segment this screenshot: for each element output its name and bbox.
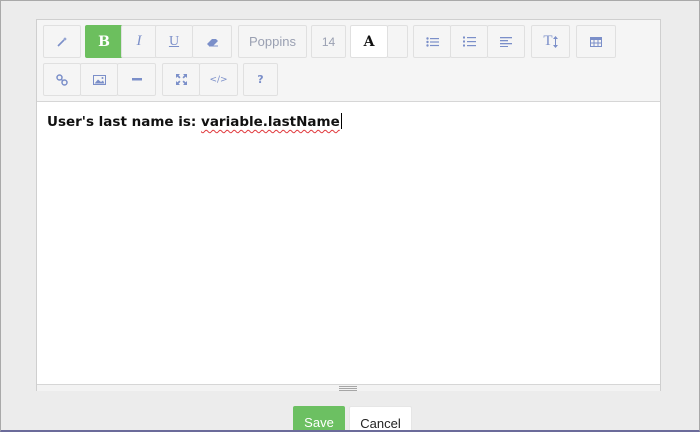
eraser-icon <box>206 37 219 47</box>
magic-button[interactable] <box>43 25 81 58</box>
underline-button[interactable]: U <box>155 25 193 58</box>
link-button[interactable] <box>43 63 81 96</box>
font-family-value: Poppins <box>249 34 296 49</box>
font-size-value: 14 <box>321 34 336 49</box>
table-button[interactable] <box>576 25 616 58</box>
editor-content-area[interactable]: User's last name is: variable.lastName <box>37 103 660 384</box>
text-caret <box>340 113 342 129</box>
fullscreen-icon <box>175 74 187 85</box>
font-color-button[interactable]: A <box>350 25 388 58</box>
editor-paragraph: User's last name is: variable.lastName <box>47 113 650 130</box>
underline-label: U <box>168 33 180 49</box>
help-label: ? <box>257 73 264 86</box>
arrows-vertical-icon <box>552 35 558 48</box>
resize-grip-icon[interactable] <box>339 386 357 391</box>
save-button[interactable]: Save <box>293 406 345 432</box>
rich-text-editor: B I U Poppins 14 A T </> ? User's last n… <box>36 19 661 391</box>
horizontal-rule-icon <box>131 78 142 81</box>
text-prefix: User's last name is: <box>47 114 202 130</box>
ordered-list-icon <box>462 36 476 47</box>
align-button[interactable] <box>487 25 525 58</box>
italic-button[interactable]: I <box>121 25 157 58</box>
align-left-icon <box>500 36 512 47</box>
unordered-list-icon <box>425 36 439 47</box>
ordered-list-button[interactable] <box>450 25 488 58</box>
link-icon <box>56 73 68 86</box>
editor-toolbar: B I U Poppins 14 A T </> ? <box>37 20 660 102</box>
italic-label: I <box>136 33 142 49</box>
cancel-button[interactable]: Cancel <box>349 406 412 432</box>
horizontal-rule-button[interactable] <box>117 63 156 96</box>
help-button[interactable]: ? <box>243 63 278 96</box>
line-height-letter: T <box>543 33 553 49</box>
font-family-dropdown[interactable]: Poppins <box>238 25 307 58</box>
eraser-button[interactable] <box>192 25 232 58</box>
bold-label: B <box>98 33 110 50</box>
picture-button[interactable] <box>80 63 118 96</box>
resize-bar[interactable] <box>37 384 660 391</box>
code-view-button[interactable]: </> <box>199 63 238 96</box>
font-color-label: A <box>363 33 375 50</box>
picture-icon <box>92 74 106 85</box>
bold-button[interactable]: B <box>85 25 123 58</box>
magic-wand-icon <box>56 36 68 48</box>
unordered-list-button[interactable] <box>413 25 451 58</box>
line-height-label: T <box>543 33 558 50</box>
variable-token: variable.lastName <box>201 114 340 130</box>
font-color-dropdown[interactable] <box>387 25 408 58</box>
table-icon <box>590 36 602 47</box>
font-size-dropdown[interactable]: 14 <box>311 25 346 58</box>
fullscreen-button[interactable] <box>162 63 200 96</box>
line-height-button[interactable]: T <box>531 25 570 58</box>
code-view-icon: </> <box>209 74 228 85</box>
